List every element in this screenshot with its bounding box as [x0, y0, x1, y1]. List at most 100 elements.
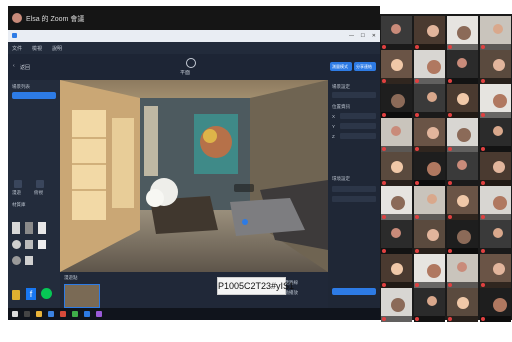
- participant-tile[interactable]: [480, 16, 511, 50]
- participant-tile[interactable]: [414, 186, 445, 220]
- floorplan-label[interactable]: 平面: [180, 69, 190, 76]
- walk-mode-icon[interactable]: [14, 180, 22, 188]
- participant-tile[interactable]: [414, 118, 445, 152]
- participant-tile[interactable]: [480, 220, 511, 254]
- material-swatch-5[interactable]: [25, 240, 33, 249]
- field-x-input[interactable]: [340, 113, 376, 119]
- environment-row-1[interactable]: [332, 186, 376, 192]
- participant-tile[interactable]: [414, 84, 445, 118]
- muted-mic-icon: [415, 147, 419, 151]
- scene-item-selected[interactable]: [12, 92, 56, 99]
- view-controls[interactable]: [234, 184, 254, 192]
- muted-mic-icon: [448, 215, 452, 219]
- participant-tile[interactable]: [480, 152, 511, 186]
- environment-settings-title: 環境設定: [332, 176, 350, 181]
- participant-tile[interactable]: [414, 254, 445, 288]
- participant-tile[interactable]: [381, 254, 412, 288]
- participant-tile[interactable]: [447, 152, 478, 186]
- facebook-icon[interactable]: f: [26, 288, 36, 300]
- host-avatar: [12, 13, 22, 23]
- browser-icon[interactable]: [48, 311, 54, 317]
- participant-tile[interactable]: [480, 288, 511, 322]
- apply-button[interactable]: [332, 288, 376, 295]
- participant-tile[interactable]: [447, 220, 478, 254]
- walk-mode-label[interactable]: 漫遊: [12, 190, 21, 196]
- muted-mic-icon: [415, 45, 419, 49]
- app-icon-green[interactable]: [72, 311, 78, 317]
- participant-tile[interactable]: [447, 254, 478, 288]
- participant-tile[interactable]: [480, 118, 511, 152]
- 3d-viewport[interactable]: [60, 80, 328, 272]
- share-link-button[interactable]: 分享連結: [354, 62, 376, 71]
- menu-file[interactable]: 文件: [12, 45, 22, 52]
- topview-mode-label[interactable]: 俯視: [34, 190, 43, 196]
- participant-video: [493, 126, 503, 136]
- participant-tile[interactable]: [414, 220, 445, 254]
- participant-tile[interactable]: [414, 288, 445, 322]
- menu-view[interactable]: 檢視: [32, 45, 42, 52]
- folder-icon[interactable]: [36, 311, 42, 317]
- participant-video: [391, 228, 401, 238]
- participant-video: [457, 262, 467, 272]
- topview-mode-icon[interactable]: [36, 180, 44, 188]
- participant-tile[interactable]: [381, 152, 412, 186]
- participant-tile[interactable]: [381, 288, 412, 322]
- muted-mic-icon: [415, 113, 419, 117]
- participant-tile[interactable]: [414, 152, 445, 186]
- line-icon[interactable]: [41, 288, 52, 299]
- start-icon[interactable]: [12, 311, 18, 317]
- participant-tile[interactable]: [447, 186, 478, 220]
- participant-tile[interactable]: [447, 288, 478, 322]
- participant-video: [457, 58, 467, 68]
- settings-row[interactable]: [332, 92, 376, 98]
- participant-tile[interactable]: [447, 16, 478, 50]
- measure-mode-button[interactable]: 測量模式: [330, 62, 352, 71]
- material-swatch-2[interactable]: [25, 222, 33, 234]
- participant-tile[interactable]: [480, 186, 511, 220]
- minimize-icon[interactable]: —: [349, 33, 354, 39]
- participant-video: [457, 297, 469, 309]
- waypoint-thumbnail[interactable]: [64, 284, 100, 308]
- close-icon[interactable]: ✕: [372, 33, 376, 39]
- light-icon[interactable]: [12, 290, 20, 300]
- app-icon-purple[interactable]: [96, 311, 102, 317]
- back-label[interactable]: 返回: [20, 64, 30, 71]
- participant-tile[interactable]: [381, 84, 412, 118]
- material-swatch-1[interactable]: [12, 222, 20, 234]
- environment-row-2[interactable]: [332, 196, 376, 202]
- material-swatch-8[interactable]: [25, 256, 33, 265]
- participant-tile[interactable]: [414, 50, 445, 84]
- scene-list-title: 場景列表: [12, 84, 30, 89]
- participant-tile[interactable]: [480, 84, 511, 118]
- maximize-icon[interactable]: ☐: [361, 33, 365, 39]
- muted-mic-icon: [415, 215, 419, 219]
- participant-tile[interactable]: [381, 16, 412, 50]
- participant-tile[interactable]: [381, 220, 412, 254]
- participant-tile[interactable]: [381, 118, 412, 152]
- muted-mic-icon: [415, 79, 419, 83]
- material-swatch-4[interactable]: [12, 240, 21, 249]
- floorplan-icon[interactable]: [186, 58, 196, 68]
- zoom-icon[interactable]: [84, 311, 90, 317]
- search-icon[interactable]: [24, 311, 30, 317]
- participant-tile[interactable]: [480, 254, 511, 288]
- participant-video: [493, 161, 505, 173]
- back-arrow-icon[interactable]: ‹: [13, 63, 15, 69]
- app-icon-red[interactable]: [60, 311, 66, 317]
- participant-tile[interactable]: [447, 84, 478, 118]
- participant-tile[interactable]: [414, 16, 445, 50]
- participant-video: [493, 263, 505, 275]
- participant-tile[interactable]: [381, 50, 412, 84]
- participant-tile[interactable]: [447, 118, 478, 152]
- field-y-input[interactable]: [340, 123, 376, 129]
- menu-help[interactable]: 說明: [52, 45, 62, 52]
- material-swatch-7[interactable]: [12, 256, 21, 265]
- field-z-input[interactable]: [340, 133, 376, 139]
- participant-video: [457, 195, 469, 207]
- participant-tile[interactable]: [447, 50, 478, 84]
- participant-video: [493, 298, 507, 312]
- material-swatch-6[interactable]: [38, 240, 46, 249]
- participant-tile[interactable]: [381, 186, 412, 220]
- participant-tile[interactable]: [480, 50, 511, 84]
- material-swatch-3[interactable]: [38, 222, 46, 234]
